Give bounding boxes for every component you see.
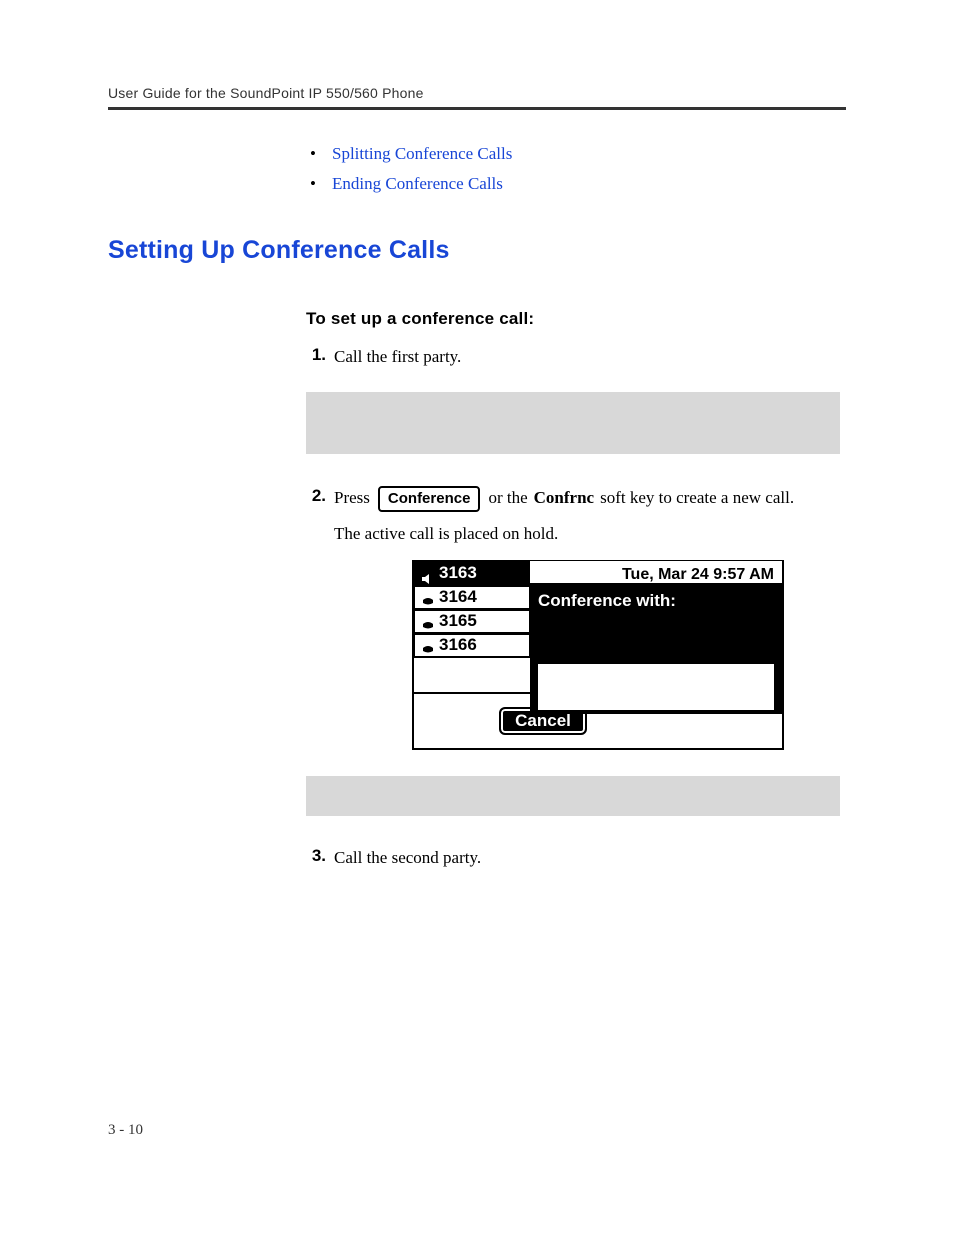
line-ext: 3164 (439, 585, 477, 610)
lcd-prompt: Conference with: (538, 591, 676, 610)
step-number: 3. (306, 846, 334, 866)
note-band (306, 392, 840, 454)
note-band (306, 776, 840, 816)
lcd-datetime: Tue, Mar 24 9:57 AM (530, 561, 782, 585)
page-number: 3 - 10 (108, 1122, 143, 1139)
phone-icon (421, 592, 435, 604)
section-heading: Setting Up Conference Calls (108, 236, 846, 265)
lcd-body: Conference with: (530, 585, 782, 714)
running-head: User Guide for the SoundPoint IP 550/560… (108, 85, 846, 101)
step-text: Call the second party. (334, 846, 846, 871)
lcd-line-1: 3163 (413, 561, 531, 586)
step-text: The active call is placed on hold. (334, 522, 846, 547)
line-ext: 3165 (439, 609, 477, 634)
conference-key: Conference (378, 486, 481, 512)
line-ext: 3163 (439, 561, 477, 586)
phone-icon (421, 640, 435, 652)
step-number: 2. (306, 486, 334, 506)
lcd-line-keys: 3163 3164 (414, 562, 530, 692)
step-text: Call the first party. (334, 345, 846, 370)
lcd-input-area (538, 664, 774, 710)
list-item: Ending Conference Calls (306, 174, 846, 194)
link-ending[interactable]: Ending Conference Calls (332, 174, 503, 193)
softkey-name: Confrnc (534, 486, 594, 511)
step-text: Press (334, 486, 370, 511)
phone-icon (421, 616, 435, 628)
link-list: Splitting Conference Calls Ending Confer… (306, 144, 846, 194)
line-ext: 3166 (439, 633, 477, 658)
header-rule (108, 107, 846, 110)
lcd-line-4: 3166 (413, 633, 531, 658)
phone-lcd: 3163 3164 (412, 560, 784, 750)
lcd-line-2: 3164 (413, 585, 531, 610)
step-2: 2. Press Conference or the Confrnc soft … (306, 486, 846, 751)
link-splitting[interactable]: Splitting Conference Calls (332, 144, 512, 163)
step-text: or the (488, 486, 527, 511)
step-text: soft key to create a new call. (600, 486, 794, 511)
step-number: 1. (306, 345, 334, 365)
list-item: Splitting Conference Calls (306, 144, 846, 164)
lcd-line-3: 3165 (413, 609, 531, 634)
speaker-icon (421, 568, 435, 580)
step-1: 1. Call the first party. (306, 345, 846, 370)
step-3: 3. Call the second party. (306, 846, 846, 871)
procedure-heading: To set up a conference call: (306, 309, 846, 329)
